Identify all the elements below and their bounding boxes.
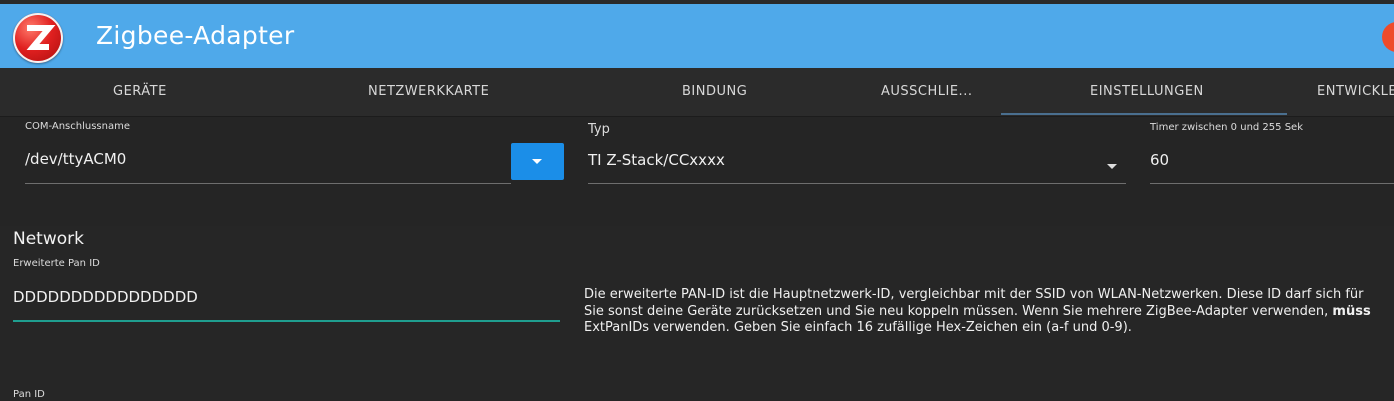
timer-input[interactable]: 60 [1150,151,1169,169]
com-port-label: COM-Anschlussname [25,121,130,132]
network-section-title: Network [13,229,84,249]
tab-exclusion[interactable]: AUSSCHLIE... [881,68,972,116]
timer-underline [1150,183,1394,184]
help-line-1: Die erweiterte PAN-ID ist die Hauptnetzw… [584,287,1364,302]
com-port-dropdown-button[interactable] [511,143,564,180]
ext-pan-id-focus-underline [13,320,560,322]
type-underline [588,183,1126,184]
pan-id-label: Pan ID [13,389,45,400]
zigbee-logo-icon [13,13,63,63]
type-select[interactable]: TI Z-Stack/CCxxxx [588,151,725,169]
type-label: Typ [588,122,610,137]
caret-down-icon [532,159,542,164]
help-line-2: Sie sonst deine Geräte zurücksetzen und … [584,303,1371,319]
timer-label: Timer zwischen 0 und 255 Sek [1150,122,1303,133]
tab-network-map[interactable]: NETZWERKKARTE [368,68,489,116]
app-title: Zigbee-Adapter [96,21,295,50]
ext-pan-id-help-text: Die erweiterte PAN-ID ist die Hauptnetzw… [584,287,1394,337]
tab-bar: GERÄTE NETZWERKKARTE BINDUNG AUSSCHLIE..… [0,68,1394,117]
tab-developer[interactable]: ENTWICKLE [1317,68,1394,116]
tab-devices[interactable]: GERÄTE [113,68,167,116]
tab-settings[interactable]: EINSTELLUNGEN [1090,68,1204,116]
ext-pan-id-input[interactable]: DDDDDDDDDDDDDDDD [13,288,198,306]
type-select-arrow-icon[interactable] [1106,155,1118,174]
corner-action-button[interactable] [1382,22,1394,52]
com-port-input[interactable]: /dev/ttyACM0 [25,150,126,168]
com-port-underline [25,183,511,184]
app-header: Zigbee-Adapter [0,4,1394,68]
ext-pan-id-label: Erweiterte Pan ID [13,258,100,269]
active-tab-indicator [1001,113,1287,115]
tab-binding[interactable]: BINDUNG [682,68,747,116]
help-line-3: ExtPanIDs verwenden. Geben Sie einfach 1… [584,320,1132,335]
